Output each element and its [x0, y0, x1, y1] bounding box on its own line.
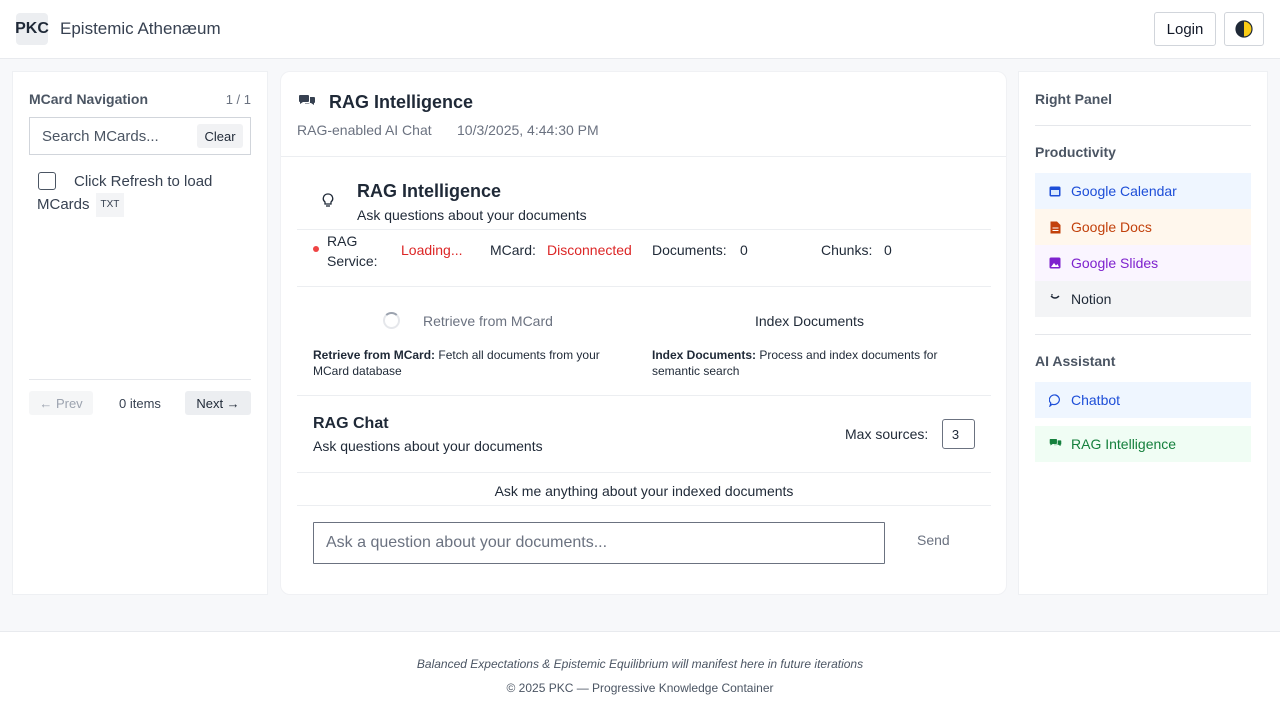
- app-title: Epistemic Athenæum: [60, 19, 221, 38]
- divider: [297, 229, 991, 230]
- panel-title: MCard Navigation: [29, 91, 149, 107]
- page-subtitle: RAG-enabled AI Chat: [297, 122, 432, 138]
- notion-link[interactable]: Notion: [1035, 281, 1251, 317]
- max-sources-input[interactable]: 3: [942, 419, 975, 449]
- retrieve-button[interactable]: Retrieve from MCard: [423, 313, 553, 329]
- login-button[interactable]: Login: [1154, 12, 1216, 46]
- rag-chat-panel: RAG Intelligence RAG-enabled AI Chat 10/…: [280, 71, 1007, 595]
- chatbot-link[interactable]: Chatbot: [1035, 382, 1251, 418]
- index-description: Index Documents: Process and index docum…: [652, 347, 972, 379]
- divider: [297, 472, 991, 473]
- google-docs-link[interactable]: Google Docs: [1035, 209, 1251, 245]
- notion-icon: [1048, 292, 1062, 306]
- link-label: Google Docs: [1071, 219, 1152, 235]
- panel-title: Right Panel: [1035, 91, 1113, 107]
- service-status-label: RAG Service:: [327, 233, 378, 269]
- send-button[interactable]: Send: [917, 532, 950, 548]
- right-panel: Right Panel Productivity Google Calendar…: [1018, 71, 1268, 595]
- footer-copyright: © 2025 PKC — Progressive Knowledge Conta…: [506, 681, 774, 695]
- next-page-button[interactable]: Next →: [185, 391, 251, 415]
- mcard-status-label: MCard:: [490, 242, 536, 258]
- chunks-label: Chunks:: [821, 242, 873, 258]
- retrieve-description-label: Retrieve from MCard:: [313, 348, 436, 362]
- loading-spinner-icon: [383, 312, 400, 329]
- chat-bubbles-icon: [1048, 437, 1062, 451]
- theme-toggle-button[interactable]: [1224, 12, 1264, 46]
- documents-label: Documents:: [652, 242, 727, 258]
- documents-count: 0: [740, 242, 748, 258]
- type-badge: TXT: [95, 193, 125, 217]
- index-description-label: Index Documents:: [652, 348, 757, 362]
- empty-message-text: Click Refresh to load MCards: [37, 173, 213, 213]
- productivity-heading: Productivity: [1035, 144, 1116, 160]
- chat-title: RAG Chat: [313, 415, 389, 432]
- link-label: Google Calendar: [1071, 183, 1177, 199]
- chunks-count: 0: [884, 242, 892, 258]
- divider: [297, 505, 991, 506]
- max-sources-label: Max sources:: [845, 426, 929, 442]
- section-title: RAG Intelligence: [357, 181, 502, 201]
- chat-subtitle: Ask questions about your documents: [313, 438, 543, 454]
- clear-button[interactable]: Clear: [197, 124, 243, 148]
- divider: [29, 379, 251, 380]
- section-subtitle: Ask questions about your documents: [357, 207, 587, 223]
- divider: [297, 395, 991, 396]
- top-bar: PKC Epistemic Athenæum Login: [0, 0, 1280, 59]
- service-status-value: Loading...: [401, 242, 463, 258]
- prev-page-button[interactable]: ← Prev: [29, 391, 93, 415]
- search-box: Clear: [29, 117, 251, 155]
- search-input[interactable]: [31, 119, 191, 153]
- divider: [297, 286, 991, 287]
- half-moon-icon: [1235, 20, 1253, 38]
- lightbulb-icon: [322, 193, 334, 207]
- empty-message: Click Refresh to load MCards TXT: [37, 171, 247, 217]
- footer: Balanced Expectations & Epistemic Equili…: [0, 631, 1280, 720]
- calendar-icon: [1048, 184, 1062, 198]
- link-label: Chatbot: [1071, 392, 1121, 408]
- timestamp: 10/3/2025, 4:44:30 PM: [457, 122, 599, 138]
- link-label: Notion: [1071, 291, 1112, 307]
- rag-intelligence-link[interactable]: RAG Intelligence: [1035, 426, 1251, 462]
- mcard-navigation-panel: MCard Navigation 1 / 1 Clear Click Refre…: [12, 71, 268, 595]
- retrieve-description: Retrieve from MCard: Fetch all documents…: [313, 347, 633, 379]
- ai-assistant-heading: AI Assistant: [1035, 353, 1116, 369]
- document-icon: [1048, 220, 1062, 234]
- google-calendar-link[interactable]: Google Calendar: [1035, 173, 1251, 209]
- link-label: Google Slides: [1071, 255, 1159, 271]
- divider: [1035, 125, 1251, 126]
- google-slides-link[interactable]: Google Slides: [1035, 245, 1251, 281]
- link-label: RAG Intelligence: [1071, 436, 1177, 452]
- mcard-status-value: Disconnected: [547, 242, 632, 258]
- divider: [1035, 334, 1251, 335]
- chat-empty-message: Ask me anything about your indexed docum…: [494, 483, 794, 499]
- page-count: 1 / 1: [225, 92, 251, 107]
- image-icon: [1048, 256, 1062, 270]
- status-indicator: [313, 246, 319, 252]
- question-input[interactable]: Ask a question about your documents...: [313, 522, 885, 564]
- page-title: RAG Intelligence: [329, 92, 474, 112]
- divider: [281, 156, 1006, 157]
- items-count: 0 items: [119, 396, 161, 411]
- chat-bubbles-icon: [299, 95, 315, 105]
- footer-tagline: Balanced Expectations & Epistemic Equili…: [416, 657, 864, 671]
- app-logo[interactable]: PKC: [15, 13, 49, 45]
- chat-bubble-icon: [1048, 393, 1062, 407]
- index-documents-button[interactable]: Index Documents: [755, 313, 864, 329]
